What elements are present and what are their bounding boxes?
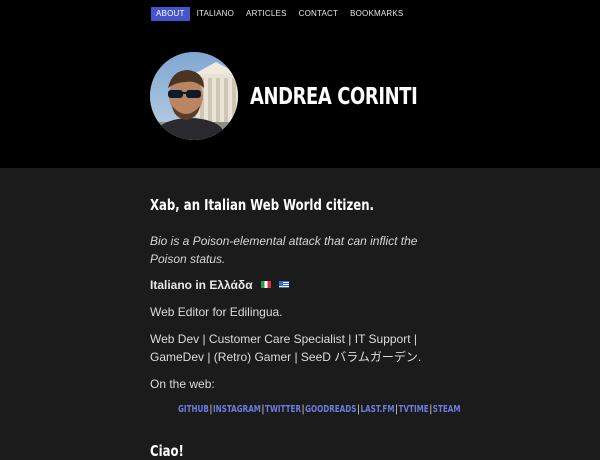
avatar [150,52,238,140]
on-the-web-label: On the web: [150,377,215,391]
nav-item-contact[interactable]: CONTACT [294,7,343,21]
site-header: ABOUT ITALIANO ARTICLES CONTACT BOOKMARK… [0,0,600,168]
link-separator: | [429,404,433,415]
link-goodreads[interactable]: GOODREADS [305,404,356,415]
link-separator: | [261,404,265,415]
roles-text: Web Dev | Customer Care Specialist | IT … [150,332,422,364]
link-steam[interactable]: STEAM [433,404,461,415]
nav-item-bookmarks[interactable]: BOOKMARKS [345,7,408,21]
nav-item-about[interactable]: ABOUT [151,7,190,21]
link-tvtime[interactable]: TVTIME [399,404,429,415]
editor-text: Web Editor for Edilingua. [150,305,283,319]
tagline-heading: Xab, an Italian Web World citizen. [150,196,374,214]
bio-text: Bio is a Poison-elemental attack that ca… [150,234,418,266]
nav-item-italiano[interactable]: ITALIANO [192,7,239,21]
link-twitter[interactable]: TWITTER [265,404,301,415]
ciao-heading: Ciao! [150,442,184,460]
link-separator: | [301,404,305,415]
italiano-label: Italiano in Ελλάδα [150,278,253,292]
link-separator: | [209,404,213,415]
avatar-photo [150,52,238,140]
social-links: GITHUB|INSTAGRAM|TWITTER|GOODREADS|LAST.… [178,404,461,415]
flag-italy-icon [260,281,271,289]
site-title: ANDREA CORINTI [250,84,418,110]
italiano-line: Italiano in Ελλάδα [150,278,290,292]
nav-item-articles[interactable]: ARTICLES [241,7,292,21]
link-instagram[interactable]: INSTAGRAM [213,404,261,415]
link-github[interactable]: GITHUB [178,404,209,415]
link-lastfm[interactable]: LAST.FM [360,404,394,415]
main-nav: ABOUT ITALIANO ARTICLES CONTACT BOOKMARK… [151,7,410,21]
flag-greece-icon [279,281,290,289]
